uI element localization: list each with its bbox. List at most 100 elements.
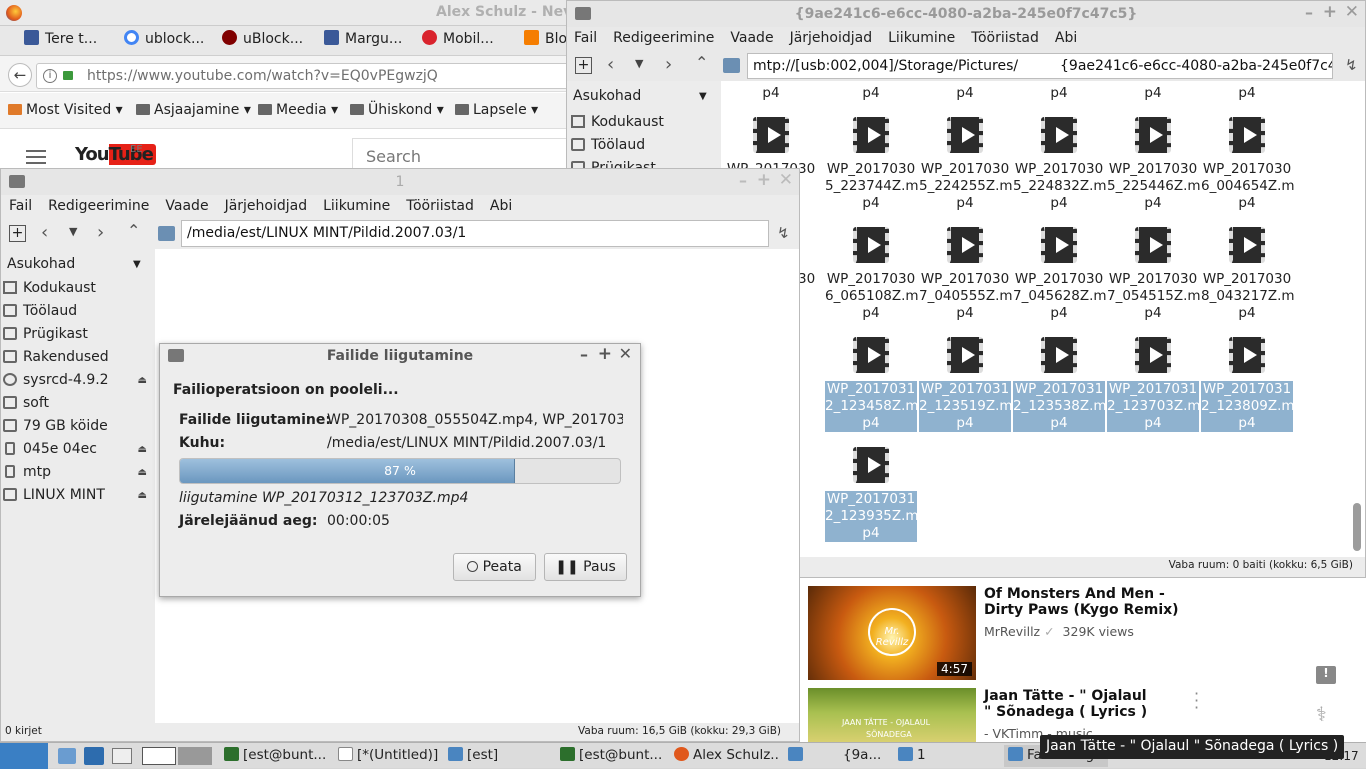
bookmark-folder-uhiskond[interactable]: Ühiskond ▾ bbox=[350, 102, 444, 118]
file-tile[interactable]: WP_2017030 6_004654Z.m p4 bbox=[1201, 161, 1295, 212]
file-tile[interactable]: WP_2017030 6_065108Z.m p4 bbox=[825, 271, 919, 322]
tab-ublock-google[interactable]: ublock... bbox=[124, 30, 208, 52]
minimize-icon[interactable]: – bbox=[1305, 3, 1313, 22]
maximize-icon[interactable]: + bbox=[757, 170, 771, 190]
task-untitled[interactable]: [*(Untitled)] bbox=[334, 745, 438, 767]
back-icon[interactable]: ‹ bbox=[41, 222, 48, 243]
show-desktop-icon[interactable] bbox=[58, 748, 76, 764]
mtp-location-bar[interactable]: mtp://[usb:002,004]/Storage/Pictures/ {9… bbox=[747, 53, 1333, 79]
file-tile[interactable]: WP_2017031 2_123703Z.m p4 bbox=[1107, 381, 1201, 432]
mtp-scrollbar[interactable] bbox=[1353, 503, 1361, 551]
file-tile[interactable]: WP_2017031 2_123538Z.m p4 bbox=[1013, 381, 1107, 432]
sidebar-item-linux-mint[interactable]: LINUX MINT ⏏ bbox=[1, 487, 155, 503]
workspace-icon-2[interactable] bbox=[178, 747, 212, 765]
sidebar-item-rakendused[interactable]: Rakendused bbox=[1, 349, 109, 365]
close-icon[interactable]: ✕ bbox=[619, 344, 632, 363]
close-icon[interactable]: ✕ bbox=[779, 170, 793, 190]
close-icon[interactable]: ✕ bbox=[1345, 2, 1359, 22]
more-options-icon[interactable]: · · · bbox=[1194, 686, 1199, 716]
file-tile[interactable]: WP_2017031 2_123458Z.m p4 bbox=[825, 381, 919, 432]
up-icon[interactable]: ⌃ bbox=[695, 53, 708, 72]
file-tile[interactable]: WP_2017031 2_123809Z.m p4 bbox=[1201, 381, 1295, 432]
file-tile[interactable]: WP_2017030 7_040555Z.m p4 bbox=[919, 271, 1013, 322]
file-tile[interactable]: WP_2017030 7_054515Z.m p4 bbox=[1107, 271, 1201, 322]
sidebar-item-mtp[interactable]: mtp ⏏ bbox=[1, 464, 155, 480]
hamburger-menu-icon[interactable] bbox=[26, 150, 46, 164]
menu-fail[interactable]: Fail bbox=[9, 198, 32, 214]
menu-redigeerimine[interactable]: Redigeerimine bbox=[48, 198, 149, 214]
forward-icon[interactable]: › bbox=[97, 222, 104, 243]
computer-icon[interactable] bbox=[158, 226, 175, 241]
back-icon[interactable]: ‹ bbox=[607, 54, 614, 75]
new-tab-icon[interactable]: + bbox=[575, 57, 592, 74]
browser-launcher-icon[interactable] bbox=[112, 748, 132, 764]
file-tile[interactable]: WP_2017030 5_224255Z.m p4 bbox=[919, 161, 1013, 212]
chevron-down-icon[interactable]: ▼ bbox=[699, 91, 707, 102]
maximize-icon[interactable]: + bbox=[1323, 2, 1337, 22]
youtube-logo[interactable]: YouTube bbox=[72, 144, 156, 165]
task-terminal-1[interactable]: [est@bunt... bbox=[220, 745, 328, 767]
task-terminal-2[interactable]: [est@bunt... bbox=[556, 745, 664, 767]
task-mtp-folder[interactable]: {9a... bbox=[784, 745, 888, 767]
file-tile[interactable]: p4 bbox=[1107, 85, 1199, 102]
eject-icon[interactable]: ⏏ bbox=[138, 375, 147, 386]
file-manager-launcher-icon[interactable] bbox=[84, 747, 104, 765]
task-firefox[interactable]: Alex Schulz... bbox=[670, 745, 780, 767]
feedback-icon[interactable]: ! bbox=[1316, 666, 1336, 684]
tab-margu[interactable]: Margu... bbox=[324, 30, 408, 52]
file-tile[interactable]: WP_2017030 5_224832Z.m p4 bbox=[1013, 161, 1107, 212]
up-icon[interactable]: ⌃ bbox=[127, 221, 140, 240]
sidebar-item-kodukaust[interactable]: Kodukaust bbox=[567, 114, 664, 130]
file-tile[interactable]: WP_2017030 5_225446Z.m p4 bbox=[1107, 161, 1201, 212]
file-tile[interactable]: WP_2017031 2_123935Z.m p4 bbox=[825, 491, 919, 542]
accessibility-icon[interactable]: ⚕ bbox=[1316, 702, 1338, 732]
menu-icon[interactable] bbox=[0, 743, 48, 769]
sidebar-item-kodukaust[interactable]: Kodukaust bbox=[1, 280, 96, 296]
url-bar[interactable]: i https://www.youtube.com/watch?v=EQ0vPE… bbox=[36, 63, 570, 89]
computer-icon[interactable] bbox=[723, 58, 740, 73]
file-tile[interactable]: p4 bbox=[725, 85, 817, 102]
menu-vaade[interactable]: Vaade bbox=[165, 198, 208, 214]
file-tile[interactable]: WP_2017030 5_223744Z.m p4 bbox=[825, 161, 919, 212]
video-thumbnail-1[interactable]: Mr. Revillz 4:57 bbox=[808, 586, 976, 680]
eject-icon[interactable]: ⏏ bbox=[138, 490, 147, 501]
menu-vaade[interactable]: Vaade bbox=[730, 30, 773, 46]
sidebar-item-toolaud[interactable]: Töölaud bbox=[567, 137, 645, 153]
chevron-down-icon[interactable]: ▼ bbox=[133, 259, 141, 270]
youtube-search-input[interactable]: Search bbox=[352, 138, 570, 172]
menu-abi[interactable]: Abi bbox=[490, 198, 512, 214]
sidebar-item-045e04ec[interactable]: 045e 04ec ⏏ bbox=[1, 441, 155, 457]
eject-icon[interactable]: ⏏ bbox=[138, 467, 147, 478]
minimize-icon[interactable]: – bbox=[739, 171, 747, 190]
go-icon[interactable]: ↯ bbox=[1345, 56, 1358, 74]
menu-abi[interactable]: Abi bbox=[1055, 30, 1077, 46]
sidebar-item-prugikast[interactable]: Prügikast bbox=[1, 326, 88, 342]
stop-button[interactable]: Peata bbox=[453, 553, 536, 581]
minimize-icon[interactable]: – bbox=[580, 345, 588, 364]
forward-icon[interactable]: › bbox=[665, 54, 672, 75]
menu-jarjehoidjad[interactable]: Järjehoidjad bbox=[225, 198, 308, 214]
video-title-1[interactable]: Of Monsters And Men - Dirty Paws (Kygo R… bbox=[984, 586, 1184, 618]
menu-liikumine[interactable]: Liikumine bbox=[888, 30, 955, 46]
menu-redigeerimine[interactable]: Redigeerimine bbox=[613, 30, 714, 46]
task-folder-1[interactable]: 1 bbox=[894, 745, 998, 767]
sidebar-item-sysrcd[interactable]: sysrcd-4.9.2 ⏏ bbox=[1, 372, 155, 388]
new-tab-icon[interactable]: + bbox=[9, 225, 26, 242]
menu-liikumine[interactable]: Liikumine bbox=[323, 198, 390, 214]
bookmark-folder-lapsele[interactable]: Lapsele ▾ bbox=[455, 102, 538, 118]
info-icon[interactable]: i bbox=[43, 69, 57, 83]
tab-tere[interactable]: Tere t... bbox=[24, 30, 104, 52]
file-tile[interactable]: p4 bbox=[1201, 85, 1293, 102]
tab-blog[interactable]: Blo bbox=[524, 30, 570, 52]
sidebar-item-79gb[interactable]: 79 GB köide bbox=[1, 418, 108, 434]
tab-ublock[interactable]: uBlock... bbox=[222, 30, 308, 52]
go-icon[interactable]: ↯ bbox=[777, 224, 790, 242]
file-tile[interactable]: WP_2017030 8_043217Z.m p4 bbox=[1201, 271, 1295, 322]
menu-tooriistad[interactable]: Tööriistad bbox=[406, 198, 474, 214]
eject-icon[interactable]: ⏏ bbox=[138, 444, 147, 455]
task-est-folder[interactable]: [est] bbox=[444, 745, 548, 767]
video-thumbnail-2[interactable]: JAAN TÄTTE - OJALAUL SÕNADEGA bbox=[808, 688, 976, 742]
video-title-2[interactable]: Jaan Tätte - " Ojalaul " Sõnadega ( Lyri… bbox=[984, 688, 1154, 720]
file-tile[interactable]: p4 bbox=[825, 85, 917, 102]
pause-button[interactable]: ❚❚ Paus bbox=[544, 553, 627, 581]
